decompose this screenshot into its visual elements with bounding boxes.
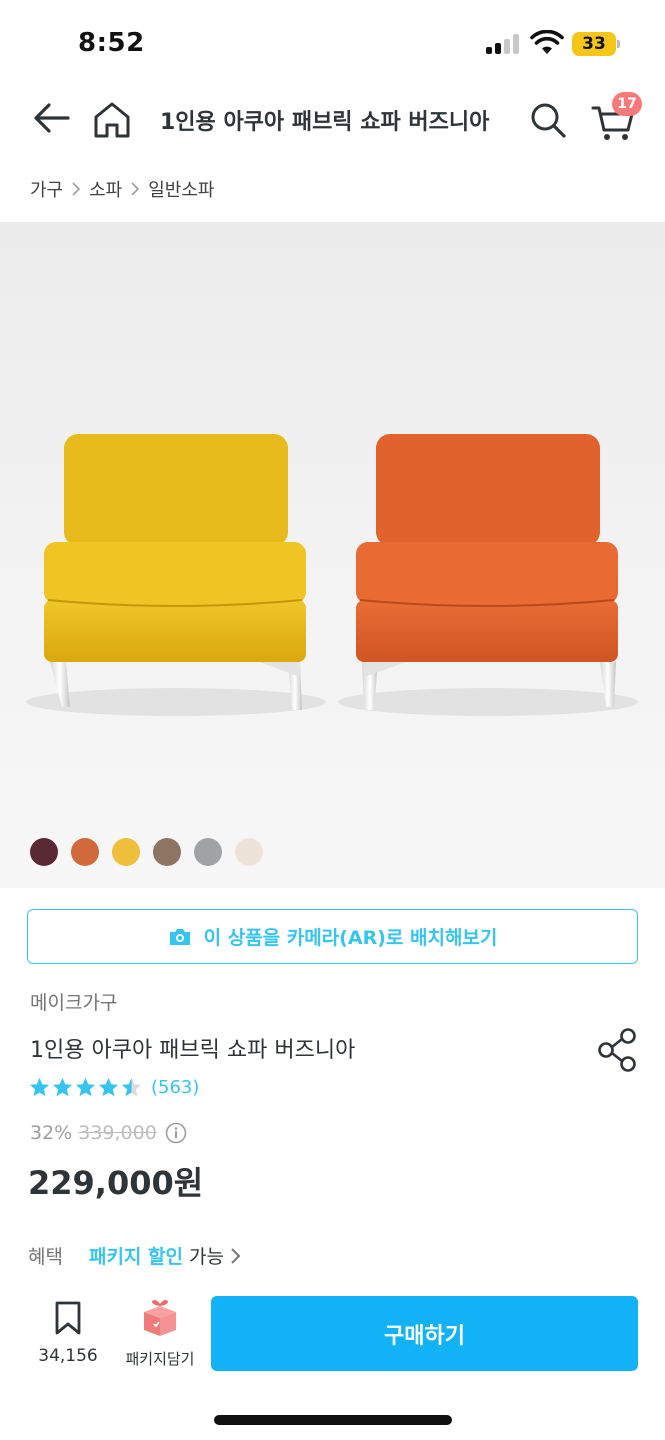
battery-icon: 33: [572, 32, 620, 56]
breadcrumb: 가구 소파 일반소파: [30, 176, 215, 202]
home-indicator: [214, 1415, 452, 1425]
status-time: 8:52: [78, 28, 145, 58]
color-swatch[interactable]: [112, 838, 140, 866]
bookmark-count: 34,156: [38, 1346, 98, 1366]
breadcrumb-item[interactable]: 소파: [89, 176, 122, 202]
ar-view-button[interactable]: 이 상품을 카메라(AR)로 배치해보기: [27, 909, 638, 964]
sale-price: 229,000원: [28, 1164, 204, 1202]
color-swatch[interactable]: [30, 838, 58, 866]
half-star-icon: [121, 1077, 142, 1097]
benefit-text: 가능: [188, 1246, 224, 1268]
original-price: 339,000: [78, 1122, 157, 1144]
header-title: 1인용 아쿠아 패브릭 쇼파 버즈니아: [160, 110, 490, 135]
package-add-button[interactable]: 패키지담기: [114, 1296, 206, 1376]
battery-level: 33: [582, 34, 606, 54]
buy-label: 구매하기: [384, 1323, 465, 1349]
breadcrumb-item[interactable]: 가구: [30, 176, 63, 202]
info-icon[interactable]: [165, 1122, 187, 1144]
back-arrow-icon[interactable]: [30, 98, 74, 138]
product-name: 1인용 아쿠아 패브릭 쇼파 버즈니아: [30, 1038, 356, 1063]
brand-name[interactable]: 메이크가구: [30, 988, 117, 1015]
buy-button[interactable]: 구매하기: [211, 1296, 638, 1371]
bookmark-button[interactable]: 34,156: [30, 1298, 106, 1378]
bottom-action-bar: 34,156 패키지담기 구매하기: [0, 1290, 665, 1380]
yellow-chair: [44, 434, 306, 710]
signal-icon: [486, 34, 520, 54]
color-swatch[interactable]: [71, 838, 99, 866]
color-swatches: [30, 838, 263, 866]
bookmark-icon: [55, 1301, 81, 1335]
benefit-label: 혜택: [28, 1246, 63, 1268]
orange-chair: [356, 434, 618, 710]
chevron-right-icon: [231, 1247, 241, 1264]
share-icon[interactable]: [596, 1026, 640, 1074]
ar-view-label: 이 상품을 카메라(AR)로 배치해보기: [203, 927, 498, 949]
rating[interactable]: (563): [28, 1076, 199, 1099]
breadcrumb-item[interactable]: 일반소파: [148, 176, 214, 202]
benefit-row[interactable]: 혜택 패키지 할인 가능: [28, 1242, 242, 1269]
star-icon: [29, 1077, 50, 1097]
wifi-icon: [530, 30, 564, 54]
star-rating: [28, 1076, 143, 1099]
chevron-right-icon: [72, 182, 81, 196]
cart-count-badge: 17: [612, 92, 642, 116]
discount-row: 32% 339,000: [30, 1122, 187, 1144]
chevron-right-icon: [131, 182, 140, 196]
review-count[interactable]: (563): [151, 1077, 199, 1098]
star-icon: [75, 1077, 96, 1097]
color-swatch[interactable]: [235, 838, 263, 866]
product-image[interactable]: [0, 222, 665, 888]
star-icon: [52, 1077, 73, 1097]
star-icon: [98, 1077, 119, 1097]
discount-rate: 32%: [30, 1122, 73, 1144]
package-box-icon: [144, 1300, 176, 1336]
color-swatch[interactable]: [153, 838, 181, 866]
package-label: 패키지담기: [125, 1350, 195, 1368]
camera-icon: [169, 928, 190, 945]
package-discount-link[interactable]: 패키지 할인: [89, 1242, 183, 1269]
home-icon[interactable]: [90, 98, 134, 142]
search-icon[interactable]: [528, 100, 568, 140]
top-nav-bar: 1인용 아쿠아 패브릭 쇼파 버즈니아 17: [0, 88, 665, 150]
status-bar: 8:52 33: [0, 0, 665, 88]
color-swatch[interactable]: [194, 838, 222, 866]
